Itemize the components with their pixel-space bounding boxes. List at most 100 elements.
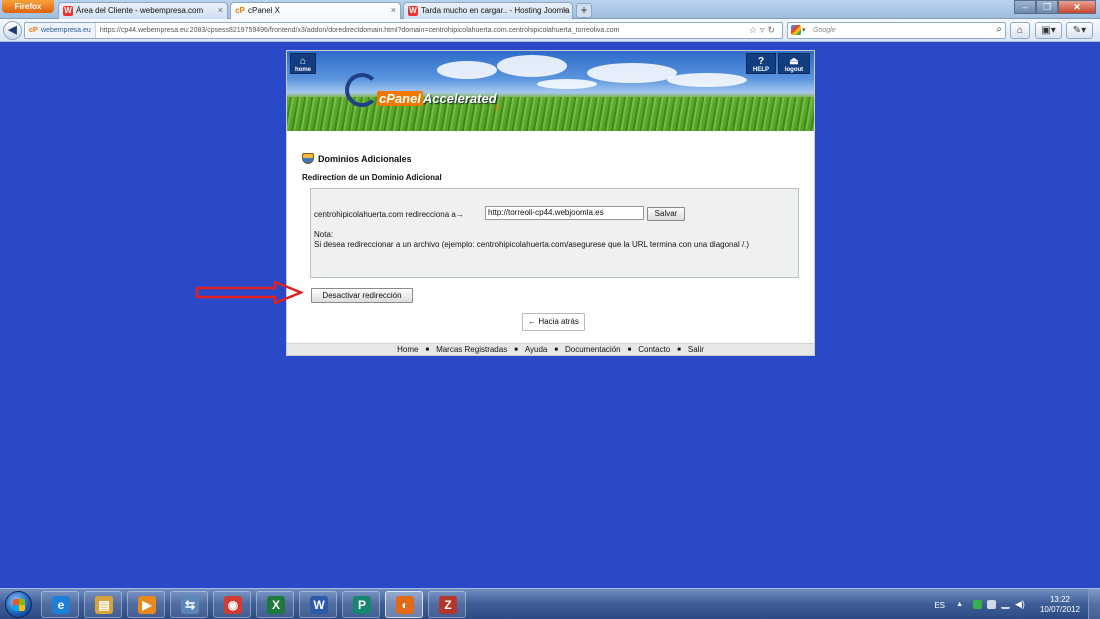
redirect-label: centrohipicolahuerta.com redirecciona a→ bbox=[314, 210, 464, 219]
help-button[interactable]: ? HELP bbox=[746, 53, 776, 74]
footer-separator: ■ bbox=[425, 347, 430, 353]
system-tray: ES ▲ ◀) 13:22 10/07/2012 bbox=[930, 589, 1100, 619]
clock-time: 13:22 bbox=[1049, 595, 1071, 604]
home-nav-label: home bbox=[294, 67, 311, 73]
chevron-down-icon[interactable]: ▾ bbox=[802, 23, 806, 38]
home-icon: ⌂ bbox=[1016, 25, 1024, 36]
taskbar-app-internet-explorer[interactable]: e bbox=[41, 591, 79, 618]
footer-link-home[interactable]: Home bbox=[397, 345, 418, 354]
firefox-icon: ◐ bbox=[396, 596, 414, 614]
search-input[interactable]: ▾ Google ⌕ bbox=[787, 22, 1006, 39]
action-center-icon[interactable] bbox=[987, 600, 996, 609]
taskbar-app-excel[interactable]: X bbox=[256, 591, 294, 618]
close-icon[interactable]: × bbox=[218, 3, 223, 18]
logo-wordmark: cPanel Accelerated bbox=[377, 91, 497, 106]
note-block: Nota: Si desea redireccionar a un archiv… bbox=[314, 230, 779, 250]
start-button[interactable] bbox=[5, 591, 32, 618]
footer-link-contact[interactable]: Contacto bbox=[638, 345, 670, 354]
publisher-icon: P bbox=[353, 596, 371, 614]
internet-explorer-icon: e bbox=[52, 596, 70, 614]
firefox-menu-button[interactable]: Firefox bbox=[2, 0, 54, 13]
taskbar-app-filezilla[interactable]: Z bbox=[428, 591, 466, 618]
language-indicator[interactable]: ES bbox=[934, 601, 945, 610]
footer-link-logout[interactable]: Salir bbox=[688, 345, 704, 354]
cpanel-icon: cP bbox=[235, 6, 245, 15]
url-controls: ☆▿↻ bbox=[749, 23, 778, 38]
show-desktop-button[interactable] bbox=[1088, 589, 1100, 619]
deactivate-redirect-button[interactable]: Desactivar redirección bbox=[311, 288, 413, 303]
addon-bar-button[interactable]: ▣▾ bbox=[1035, 22, 1062, 39]
footer-separator: ■ bbox=[627, 347, 632, 353]
go-back-button[interactable]: ← Hacia atrás bbox=[522, 313, 585, 331]
screen-icon: ▣▾ bbox=[1041, 25, 1056, 36]
new-tab-button[interactable]: + bbox=[576, 3, 592, 18]
puzzle-icon: ✎▾ bbox=[1072, 25, 1087, 36]
cpanel-footer: Home ■ Marcas Registradas ■ Ayuda ■ Documentac… bbox=[287, 343, 814, 355]
redirect-form: centrohipicolahuerta.com redirecciona a→… bbox=[310, 188, 799, 278]
question-icon: ? bbox=[757, 56, 765, 67]
footer-separator: ■ bbox=[514, 347, 518, 353]
taskbar-app-firefox[interactable]: ◐ bbox=[385, 591, 423, 618]
url-bar[interactable]: cP webempresa.eu https://cp44.webempresa… bbox=[24, 22, 783, 39]
tab-label: cPanel X bbox=[248, 6, 281, 15]
cpanel-header-banner: ⌂ home ? HELP ⏏ logout cPanel Accelerated… bbox=[287, 51, 814, 131]
google-icon[interactable] bbox=[791, 25, 801, 35]
close-icon[interactable]: × bbox=[563, 3, 568, 18]
logo-accelerated-text: Accelerated bbox=[422, 91, 497, 106]
cloud-decoration bbox=[437, 61, 497, 79]
media-player-icon: ▶ bbox=[138, 596, 156, 614]
tab-tarda-mucho[interactable]: W Tarda mucho en cargar.. - Hosting Joom… bbox=[403, 2, 573, 19]
word-icon: W bbox=[310, 596, 328, 614]
tools-button[interactable]: ✎▾ bbox=[1066, 22, 1093, 39]
home-button[interactable]: ⌂ bbox=[1010, 22, 1030, 39]
taskbar-app-word[interactable]: W bbox=[299, 591, 337, 618]
filezilla-icon: Z bbox=[439, 596, 457, 614]
reload-icon[interactable]: ↻ bbox=[767, 25, 778, 35]
cpanel-content: Dominios Adicionales Redirection de un D… bbox=[287, 131, 814, 341]
footer-link-help[interactable]: Ayuda bbox=[525, 345, 548, 354]
back-button[interactable]: ◀ bbox=[3, 21, 22, 40]
taskbar: e ▤ ▶ ⇆ ◉ X W P ◐ Z ES ▲ ◀) 13:22 10/07/2012 bbox=[0, 588, 1100, 619]
footer-link-docs[interactable]: Documentación bbox=[565, 345, 621, 354]
taskbar-app-publisher[interactable]: P bbox=[342, 591, 380, 618]
bookmark-star-icon[interactable]: ☆ bbox=[749, 25, 760, 35]
tab-cpanel[interactable]: cP cPanel X × bbox=[230, 2, 401, 19]
cloud-decoration bbox=[667, 73, 747, 87]
back-arrow-icon: ◀ bbox=[8, 24, 17, 36]
taskbar-app-media-player[interactable]: ▶ bbox=[127, 591, 165, 618]
note-label: Nota: bbox=[314, 230, 334, 239]
close-icon[interactable]: × bbox=[391, 3, 396, 18]
page-title: Dominios Adicionales bbox=[302, 153, 412, 164]
site-identity[interactable]: cP webempresa.eu bbox=[27, 23, 96, 38]
cloud-decoration bbox=[497, 55, 567, 77]
tab-area-cliente[interactable]: W Área del Cliente - webempresa.com × bbox=[58, 2, 228, 19]
annotation-arrow bbox=[195, 281, 303, 304]
search-icon[interactable]: ⌕ bbox=[996, 22, 1002, 37]
home-nav-button[interactable]: ⌂ home bbox=[290, 53, 316, 74]
tray-app-icon[interactable] bbox=[973, 600, 982, 609]
taskbar-app-chrome[interactable]: ◉ bbox=[213, 591, 251, 618]
close-window-button[interactable]: ✕ bbox=[1058, 0, 1096, 14]
house-icon: ⌂ bbox=[299, 56, 307, 67]
volume-icon[interactable]: ◀) bbox=[1015, 600, 1025, 609]
tab-label: Área del Cliente - webempresa.com bbox=[76, 6, 204, 15]
redirect-url-input[interactable]: http://torreoli-cp44.webjoomla.es bbox=[485, 206, 644, 220]
maximize-button[interactable]: ❐ bbox=[1036, 0, 1058, 14]
page-title-text: Dominios Adicionales bbox=[318, 154, 412, 164]
taskbar-app-file-explorer[interactable]: ▤ bbox=[84, 591, 122, 618]
logo-c-shape bbox=[345, 73, 379, 107]
minimize-button[interactable]: – bbox=[1014, 0, 1036, 14]
footer-link-trademarks[interactable]: Marcas Registradas bbox=[436, 345, 507, 354]
cpanel-page: ⌂ home ? HELP ⏏ logout cPanel Accelerated… bbox=[286, 50, 815, 356]
tray-expand-icon[interactable]: ▲ bbox=[956, 601, 963, 608]
logout-button[interactable]: ⏏ logout bbox=[778, 53, 810, 74]
browser-navbar: ◀ cP webempresa.eu https://cp44.webempre… bbox=[0, 19, 1100, 42]
clock[interactable]: 13:22 10/07/2012 bbox=[1036, 595, 1084, 615]
footer-separator: ■ bbox=[677, 347, 681, 353]
save-button[interactable]: Salvar bbox=[647, 207, 685, 221]
windows-logo-icon bbox=[13, 599, 25, 611]
taskbar-app-network[interactable]: ⇆ bbox=[170, 591, 208, 618]
logout-label: logout bbox=[784, 67, 804, 73]
logout-icon: ⏏ bbox=[789, 56, 799, 67]
network-icon[interactable] bbox=[1001, 600, 1010, 609]
